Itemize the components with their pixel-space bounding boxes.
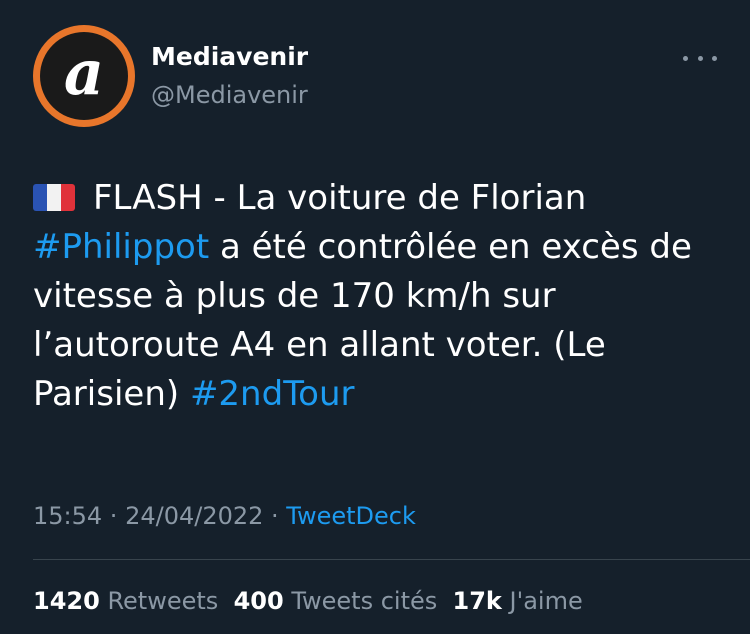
tweet-date[interactable]: 24/04/2022 — [125, 502, 263, 530]
tweet-card: a Mediavenir @Mediavenir FLASH - La voit… — [0, 0, 750, 634]
meta-separator: · — [102, 502, 126, 530]
more-dot — [712, 55, 717, 61]
france-flag-icon — [33, 184, 75, 211]
meta-separator: · — [263, 502, 287, 530]
likes-stat[interactable]: 17k J'aime — [453, 587, 583, 615]
tweet-text: FLASH - La voiture de Florian #Philippot … — [33, 174, 723, 419]
quotes-stat[interactable]: 400 Tweets cités — [234, 587, 438, 615]
more-dot — [697, 55, 703, 61]
quotes-label: Tweets cités — [291, 587, 438, 615]
retweets-label: Retweets — [107, 587, 219, 615]
quotes-count: 400 — [233, 587, 284, 615]
more-options-icon[interactable] — [683, 48, 717, 68]
more-dot — [683, 55, 688, 61]
tweet-stats: 1420 Retweets 400 Tweets cités 17k J'aim… — [33, 585, 583, 617]
tweet-text-line1: FLASH - La voiture de Florian — [93, 178, 587, 218]
author-handle[interactable]: @Mediavenir — [151, 80, 308, 110]
tweet-source[interactable]: TweetDeck — [286, 502, 416, 530]
avatar[interactable]: a — [33, 25, 135, 127]
retweets-count: 1420 — [33, 587, 100, 615]
tweet-time[interactable]: 15:54 — [33, 502, 102, 530]
avatar-logo: a — [40, 32, 128, 120]
hashtag-2ndtour[interactable]: #2ndTour — [190, 374, 355, 414]
author-display-name[interactable]: Mediavenir — [151, 42, 308, 72]
divider — [33, 559, 750, 560]
retweets-stat[interactable]: 1420 Retweets — [33, 587, 218, 615]
tweet-meta: 15:54 · 24/04/2022 · TweetDeck — [33, 500, 416, 532]
likes-label: J'aime — [509, 587, 583, 615]
likes-count: 17k — [452, 587, 502, 615]
hashtag-philippot[interactable]: #Philippot — [33, 227, 209, 267]
